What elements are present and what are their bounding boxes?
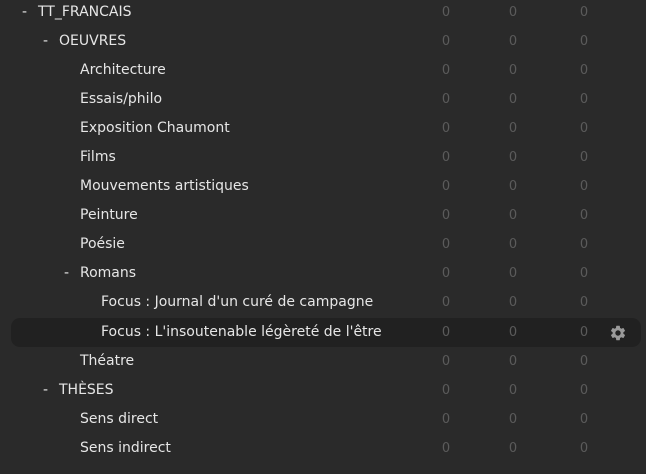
tree-row-label: Architecture: [80, 62, 166, 78]
count-1: 0: [441, 63, 451, 78]
count-1: 0: [441, 441, 451, 456]
count-2: 0: [508, 325, 518, 340]
count-3: 0: [579, 237, 589, 252]
count-3: 0: [579, 266, 589, 281]
tree-row-oeuvres[interactable]: - OEUVRES 0 0 0: [0, 27, 646, 56]
count-3: 0: [579, 208, 589, 223]
tree-row-label: Théatre: [80, 353, 135, 369]
count-2: 0: [508, 63, 518, 78]
count-1: 0: [441, 92, 451, 107]
tree-row-label: OEUVRES: [59, 33, 127, 49]
count-3: 0: [579, 383, 589, 398]
tree-row-label: THÈSES: [59, 382, 114, 398]
count-3: 0: [579, 63, 589, 78]
count-2: 0: [508, 237, 518, 252]
tree-row-label: Mouvements artistiques: [80, 178, 249, 194]
tree-row-sens-direct[interactable]: Sens direct 0 0 0: [0, 405, 646, 434]
count-3: 0: [579, 179, 589, 194]
count-1: 0: [441, 121, 451, 136]
count-2: 0: [508, 179, 518, 194]
count-1: 0: [441, 179, 451, 194]
tree-view: - TT_FRANCAIS 0 0 0 - OEUVRES 0 0 0 Arch…: [0, 0, 646, 474]
tree-row-label: Poésie: [80, 236, 125, 252]
count-2: 0: [508, 150, 518, 165]
collapse-toggle[interactable]: -: [22, 0, 27, 27]
count-2: 0: [508, 441, 518, 456]
count-3: 0: [579, 325, 589, 340]
collapse-toggle[interactable]: -: [43, 376, 48, 405]
tree-row-theatre[interactable]: Théatre 0 0 0: [0, 347, 646, 376]
count-1: 0: [441, 354, 451, 369]
count-1: 0: [441, 266, 451, 281]
tree-row-exposition-chaumont[interactable]: Exposition Chaumont 0 0 0: [0, 114, 646, 143]
count-2: 0: [508, 34, 518, 49]
count-3: 0: [579, 354, 589, 369]
count-3: 0: [579, 441, 589, 456]
count-2: 0: [508, 412, 518, 427]
count-1: 0: [441, 5, 451, 20]
tree-row-label: Focus : Journal d'un curé de campagne: [101, 294, 374, 310]
count-2: 0: [508, 92, 518, 107]
tree-row-focus-insoutenable[interactable]: Focus : L'insoutenable légèreté de l'êtr…: [0, 318, 646, 347]
tree-row-architecture[interactable]: Architecture 0 0 0: [0, 56, 646, 85]
tree-row-essais-philo[interactable]: Essais/philo 0 0 0: [0, 85, 646, 114]
count-1: 0: [441, 237, 451, 252]
count-3: 0: [579, 150, 589, 165]
count-3: 0: [579, 121, 589, 136]
count-1: 0: [441, 295, 451, 310]
count-1: 0: [441, 383, 451, 398]
tree-row-label: Exposition Chaumont: [80, 120, 230, 136]
tree-row-label: Sens indirect: [80, 440, 171, 456]
count-3: 0: [579, 92, 589, 107]
tree-row-sens-indirect[interactable]: Sens indirect 0 0 0: [0, 434, 646, 463]
count-2: 0: [508, 295, 518, 310]
tree-row-label: Sens direct: [80, 411, 159, 427]
count-2: 0: [508, 266, 518, 281]
count-2: 0: [508, 208, 518, 223]
tree-row-poesie[interactable]: Poésie 0 0 0: [0, 230, 646, 259]
tree-row-theses[interactable]: - THÈSES 0 0 0: [0, 376, 646, 405]
tree-row-focus-journal[interactable]: Focus : Journal d'un curé de campagne 0 …: [0, 288, 646, 317]
tree-row-label: TT_FRANCAIS: [38, 4, 132, 20]
collapse-toggle[interactable]: -: [43, 27, 48, 56]
tree-row-label: Focus : L'insoutenable légèreté de l'êtr…: [101, 324, 382, 340]
count-1: 0: [441, 34, 451, 49]
count-2: 0: [508, 383, 518, 398]
gear-icon[interactable]: [609, 324, 627, 342]
count-1: 0: [441, 150, 451, 165]
tree-row-romans[interactable]: - Romans 0 0 0: [0, 259, 646, 288]
tree-row-peinture[interactable]: Peinture 0 0 0: [0, 201, 646, 230]
count-2: 0: [508, 5, 518, 20]
tree-row-tt-francais[interactable]: - TT_FRANCAIS 0 0 0: [0, 0, 646, 27]
count-3: 0: [579, 295, 589, 310]
count-2: 0: [508, 121, 518, 136]
tree-row-label: Essais/philo: [80, 91, 163, 107]
tree-row-label: Films: [80, 149, 116, 165]
collapse-toggle[interactable]: -: [64, 259, 69, 288]
tree-row-label: Peinture: [80, 207, 138, 223]
count-1: 0: [441, 325, 451, 340]
tree-row-label: Romans: [80, 265, 137, 281]
tree-row-mouvements-artistiques[interactable]: Mouvements artistiques 0 0 0: [0, 172, 646, 201]
count-2: 0: [508, 354, 518, 369]
tree-row-films[interactable]: Films 0 0 0: [0, 143, 646, 172]
count-3: 0: [579, 5, 589, 20]
count-3: 0: [579, 412, 589, 427]
count-1: 0: [441, 412, 451, 427]
count-3: 0: [579, 34, 589, 49]
count-1: 0: [441, 208, 451, 223]
